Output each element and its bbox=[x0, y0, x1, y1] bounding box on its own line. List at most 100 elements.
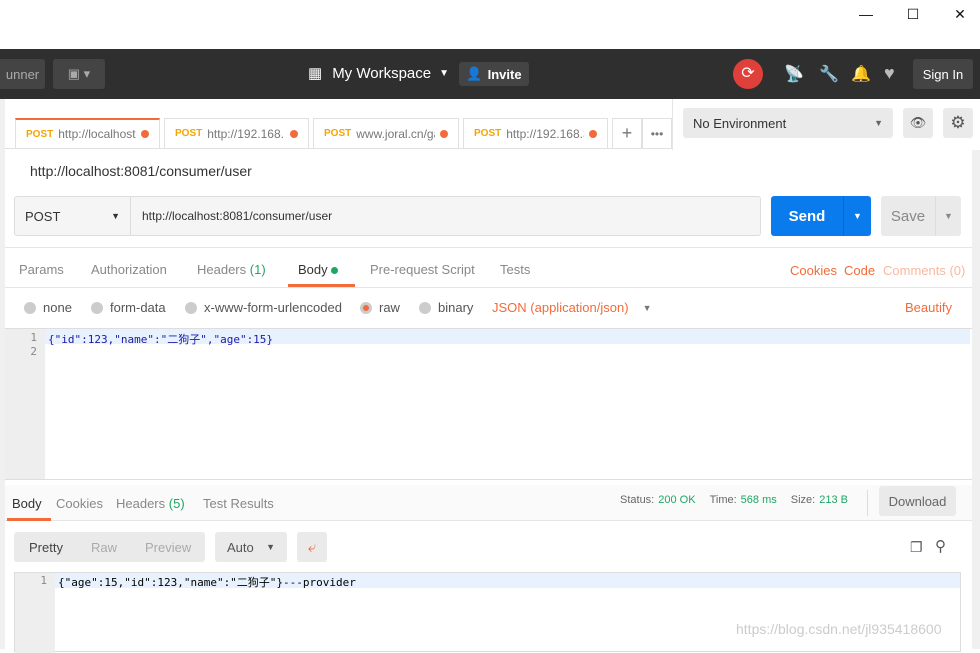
pretty-button[interactable]: Pretty bbox=[29, 540, 63, 555]
method-select[interactable]: POST ▼ bbox=[15, 197, 131, 235]
tab-tests[interactable]: Tests bbox=[500, 262, 530, 277]
close-button[interactable]: ✕ bbox=[950, 6, 970, 22]
tab-url: www.joral.cn/gae bbox=[356, 126, 435, 141]
runner-button[interactable]: unner bbox=[0, 59, 45, 89]
code-link[interactable]: Code bbox=[844, 263, 875, 278]
chevron-down-icon: ▼ bbox=[439, 67, 450, 79]
method-label: POST bbox=[474, 128, 502, 139]
main-panel: POST http://localhost:8 POST http://192.16… bbox=[5, 99, 972, 653]
copy-icon[interactable]: ❐ bbox=[910, 539, 923, 556]
response-tab-test-results[interactable]: Test Results bbox=[203, 496, 274, 511]
environment-quick-look-button[interactable]: 👁 bbox=[903, 108, 933, 138]
code-line: {"id":123,"name":"二狗子","age":15} bbox=[45, 329, 970, 346]
request-tab[interactable]: POST http://192.168.1. bbox=[164, 118, 309, 148]
headers-count: (1) bbox=[249, 262, 266, 277]
response-body-viewer[interactable]: 1 {"age":15,"id":123,"name":"二狗子"}---pro… bbox=[14, 572, 961, 653]
unsaved-dot bbox=[440, 129, 448, 138]
request-tab[interactable]: POST www.joral.cn/gae bbox=[313, 118, 459, 148]
radio-selected-icon bbox=[360, 301, 372, 314]
minimize-button[interactable]: — bbox=[856, 6, 876, 22]
chevron-down-icon: ▼ bbox=[266, 542, 275, 552]
chevron-down-icon[interactable]: ▼ bbox=[843, 196, 871, 236]
chevron-down-icon: ▼ bbox=[874, 118, 883, 128]
chevron-down-icon[interactable]: ▼ bbox=[935, 196, 961, 236]
response-tab-cookies[interactable]: Cookies bbox=[56, 496, 103, 511]
url-bar: POST ▼ http://localhost:8081/consumer/use… bbox=[14, 196, 761, 236]
gear-icon: ⚙ bbox=[950, 113, 966, 132]
method-label: POST bbox=[324, 128, 352, 139]
active-tab-indicator bbox=[7, 518, 51, 521]
wrench-icon[interactable]: 🔧 bbox=[819, 64, 839, 84]
beautify-link[interactable]: Beautify bbox=[905, 300, 952, 315]
time-value: 568 ms bbox=[740, 494, 777, 506]
content-type-select[interactable]: JSON (application/json) ▼ bbox=[492, 300, 651, 315]
wrap-lines-button[interactable]: ⤶ bbox=[297, 532, 327, 562]
request-tab[interactable]: POST http://localhost:8 bbox=[15, 118, 160, 148]
code-line: {"age":15,"id":123,"name":"二狗子"}---provi… bbox=[55, 573, 960, 589]
bell-icon[interactable]: 🔔 bbox=[851, 64, 871, 84]
heart-icon[interactable]: ♥ bbox=[884, 63, 895, 84]
radio-urlencoded[interactable]: x-www-form-urlencoded bbox=[185, 300, 342, 315]
app-header: unner ▣ ▾ ▦ My Workspace ▼ 👤 Invite ⟳ 📡 🔧… bbox=[0, 49, 980, 99]
manage-environments-button[interactable]: ⚙ bbox=[943, 108, 973, 138]
preview-button[interactable]: Preview bbox=[145, 540, 191, 555]
radio-form-data[interactable]: form-data bbox=[91, 300, 166, 315]
download-button[interactable]: Download bbox=[879, 486, 956, 516]
workspace-label: My Workspace bbox=[332, 64, 432, 82]
invite-button[interactable]: 👤 Invite bbox=[459, 62, 529, 86]
url-input[interactable]: http://localhost:8081/consumer/user bbox=[131, 197, 760, 235]
search-icon[interactable]: ⚲ bbox=[935, 537, 946, 555]
radio-none[interactable]: none bbox=[24, 300, 72, 315]
sync-icon[interactable]: ⟳ bbox=[733, 59, 763, 89]
view-mode-group: Pretty Raw Preview bbox=[14, 532, 205, 562]
tab-prerequest-script[interactable]: Pre-request Script bbox=[370, 262, 475, 277]
method-label: POST bbox=[175, 128, 203, 139]
line-number: 2 bbox=[30, 345, 37, 358]
line-numbers: 1 bbox=[15, 573, 55, 653]
line-numbers: 12 bbox=[5, 329, 45, 479]
method-value: POST bbox=[25, 208, 61, 224]
sign-in-button[interactable]: Sign In bbox=[913, 59, 973, 89]
size-label: Size: bbox=[790, 494, 816, 506]
request-body-editor[interactable]: 12 {"id":123,"name":"二狗子","age":15} bbox=[5, 328, 972, 480]
cookies-link[interactable]: Cookies bbox=[790, 263, 837, 278]
tab-body[interactable]: Body bbox=[298, 262, 339, 277]
radio-raw[interactable]: raw bbox=[360, 300, 400, 315]
environment-value: No Environment bbox=[693, 115, 787, 131]
more-icon: ••• bbox=[650, 126, 664, 141]
tab-url: http://localhost:8 bbox=[58, 127, 136, 141]
tab-headers[interactable]: Headers (1) bbox=[197, 262, 266, 277]
watermark: https://blog.csdn.net/jl935418600 bbox=[736, 621, 942, 637]
format-value: Auto bbox=[227, 539, 254, 555]
send-button[interactable]: Send ▼ bbox=[771, 196, 871, 236]
save-button[interactable]: Save ▼ bbox=[881, 196, 961, 236]
scrollbar[interactable] bbox=[972, 150, 980, 649]
request-title: http://localhost:8081/consumer/user bbox=[30, 163, 252, 179]
window-titlebar: — ☐ ✕ bbox=[0, 0, 980, 49]
format-select[interactable]: Auto ▼ bbox=[215, 532, 287, 562]
new-tab-button[interactable]: + bbox=[612, 118, 642, 148]
tab-params[interactable]: Params bbox=[19, 262, 64, 277]
response-tab-body[interactable]: Body bbox=[12, 496, 42, 511]
comments-link[interactable]: Comments (0) bbox=[883, 263, 965, 278]
new-window-button[interactable]: ▣ ▾ bbox=[53, 59, 105, 89]
radio-label: form-data bbox=[110, 300, 166, 315]
more-tabs-button[interactable]: ••• bbox=[642, 118, 672, 148]
content-type-value: JSON (application/json) bbox=[492, 300, 629, 315]
add-user-icon: 👤 bbox=[466, 66, 483, 81]
tab-authorization[interactable]: Authorization bbox=[91, 262, 167, 277]
new-window-icon: ▣ ▾ bbox=[67, 66, 91, 81]
workspace-switcher[interactable]: ▦ My Workspace ▼ bbox=[308, 64, 450, 83]
raw-button[interactable]: Raw bbox=[91, 540, 117, 555]
unsaved-dot bbox=[141, 130, 149, 138]
environment-select[interactable]: No Environment ▼ bbox=[683, 108, 893, 138]
response-tab-headers[interactable]: Headers (5) bbox=[116, 496, 185, 511]
tab-body-label: Body bbox=[298, 262, 328, 277]
radio-binary[interactable]: binary bbox=[419, 300, 473, 315]
maximize-button[interactable]: ☐ bbox=[903, 6, 923, 22]
radio-icon bbox=[24, 301, 36, 314]
radio-label: binary bbox=[438, 300, 474, 315]
satellite-icon[interactable]: 📡 bbox=[784, 64, 804, 84]
request-tab[interactable]: POST http://192.168.3. bbox=[463, 118, 608, 148]
time-label: Time: bbox=[709, 494, 737, 506]
